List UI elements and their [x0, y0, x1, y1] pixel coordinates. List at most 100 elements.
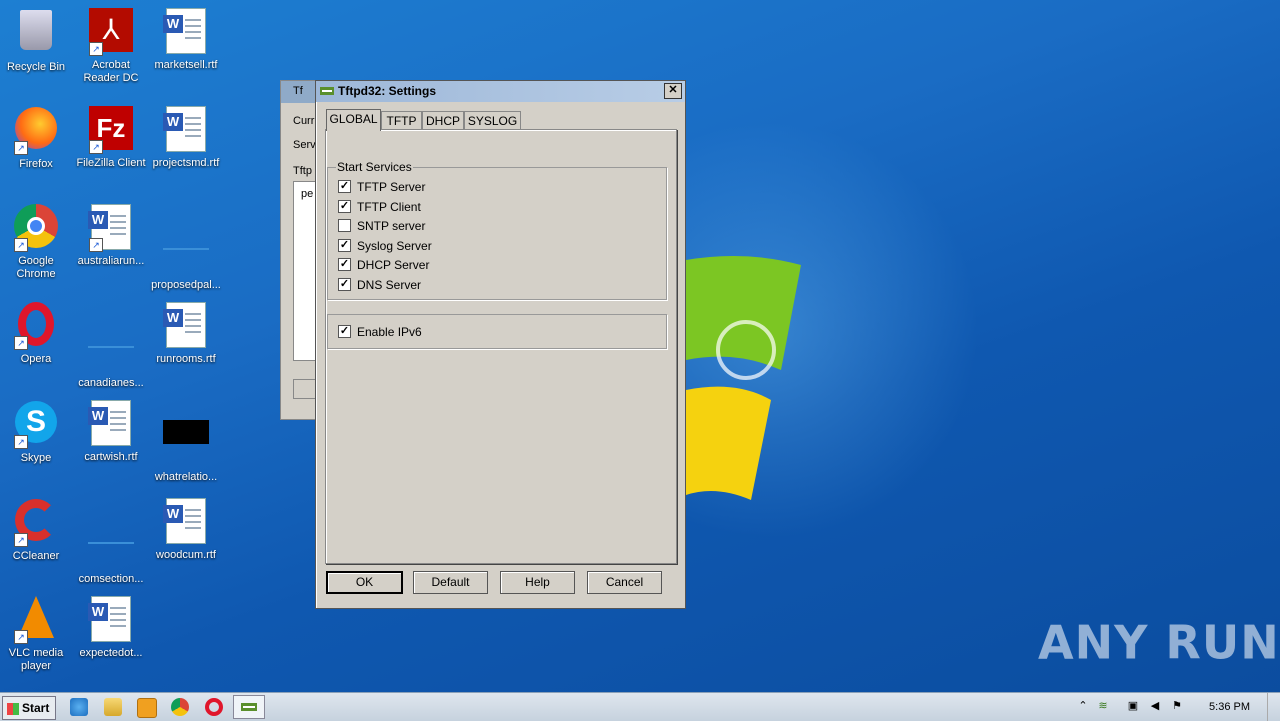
desktop-icon-label: Skype — [20, 452, 52, 464]
desktop-icon-canadianes[interactable]: canadianes... — [74, 300, 148, 390]
desktop-icon-label: proposedpal... — [151, 279, 221, 291]
checkbox-dhcp-server[interactable]: ✓ DHCP Server — [338, 258, 429, 274]
checkbox-label: DNS Server — [357, 278, 422, 292]
server-interface-label: Serv — [293, 139, 316, 151]
current-directory-label: Curr — [293, 115, 315, 127]
checkbox-syslog-server[interactable]: ✓ Syslog Server — [338, 239, 432, 255]
desktop-icon-label: VLC media player — [8, 647, 64, 672]
list-item: pe — [301, 188, 314, 200]
desktop-icon-opera[interactable]: ↗ Opera — [0, 300, 73, 366]
system-tray: ⌃ ≋ ▣ ◀ ⚑ 5:36 PM — [1070, 693, 1280, 721]
tab-global[interactable]: GLOBAL — [326, 109, 381, 131]
default-button[interactable]: Default — [413, 571, 488, 594]
opera-taskbar-icon[interactable] — [205, 698, 223, 716]
taskbar-clock[interactable]: 5:36 PM — [1209, 701, 1250, 713]
media-player-icon[interactable] — [137, 698, 157, 718]
cancel-button[interactable]: Cancel — [587, 571, 662, 594]
desktop-icon-vlc[interactable]: ↗ VLC media player — [0, 594, 73, 673]
windows-flag-icon — [7, 702, 19, 715]
settings-dialog: Tftpd32: Settings ✕ GLOBAL TFTP DHCP SYS… — [315, 80, 686, 609]
shortcut-arrow-icon: ↗ — [14, 435, 28, 449]
desktop-icon-chrome[interactable]: ↗ Google Chrome — [0, 202, 73, 281]
help-button[interactable]: Help — [500, 571, 575, 594]
opera-icon: ↗ — [12, 302, 60, 350]
desktop-icon-marketsell[interactable]: W marketsell.rtf — [149, 6, 223, 72]
blank-file-icon — [162, 228, 210, 276]
desktop-icon-skype[interactable]: S ↗ Skype — [0, 398, 73, 465]
checkbox-mark: ✓ — [338, 239, 351, 253]
word-document-icon: W — [87, 400, 135, 448]
close-button[interactable]: ✕ — [664, 83, 682, 99]
volume-icon[interactable]: ◀ — [1148, 699, 1162, 713]
dialog-titlebar[interactable]: Tftpd32: Settings ✕ — [316, 81, 685, 102]
desktop-icon-acrobat[interactable]: ⅄ ↗ Acrobat Reader DC — [74, 6, 148, 85]
desktop-icon-label: runrooms.rtf — [156, 353, 216, 365]
desktop-icon-ccleaner[interactable]: ↗ CCleaner — [0, 496, 73, 563]
desktop-icon-label: projectsmd.rtf — [152, 157, 220, 169]
tftpd-tray-icon[interactable]: ≋ — [1096, 699, 1110, 713]
tab-tftp[interactable]: TFTP — [381, 111, 422, 130]
file-explorer-icon[interactable] — [104, 698, 122, 716]
desktop-icon-firefox[interactable]: ↗ Firefox — [0, 104, 73, 171]
desktop-icon-whatrelatio[interactable]: whatrelatio... — [149, 398, 223, 484]
desktop-icon-cartwish[interactable]: W cartwish.rtf — [74, 398, 148, 464]
shortcut-arrow-icon: ↗ — [89, 140, 103, 154]
checkbox-mark: ✓ — [338, 278, 351, 292]
checkbox-enable-ipv6[interactable]: ✓ Enable IPv6 — [338, 325, 422, 341]
shortcut-arrow-icon: ↗ — [14, 141, 28, 155]
main-window-title: Tf — [293, 85, 303, 97]
windows-logo — [686, 256, 801, 500]
word-document-icon: W — [162, 498, 210, 546]
desktop-icon-comsection[interactable]: comsection... — [74, 496, 148, 586]
desktop-icon-australiarun[interactable]: W ↗ australiarun... — [74, 202, 148, 268]
desktop-icon-label: canadianes... — [78, 377, 144, 389]
tab-dhcp[interactable]: DHCP — [422, 111, 464, 130]
firefox-icon: ↗ — [12, 107, 60, 155]
desktop-icon-expectedot[interactable]: W expectedot... — [74, 594, 148, 660]
start-services-legend: Start Services — [336, 160, 413, 174]
checkbox-sntp-server[interactable]: SNTP server — [338, 219, 425, 235]
checkbox-dns-server[interactable]: ✓ DNS Server — [338, 278, 421, 294]
ipv6-group: ✓ Enable IPv6 — [327, 314, 667, 349]
checkbox-mark — [338, 219, 351, 233]
word-document-icon: W — [162, 302, 210, 350]
checkbox-tftp-client[interactable]: ✓ TFTP Client — [338, 200, 421, 216]
word-document-icon: W — [162, 106, 210, 154]
shortcut-arrow-icon: ↗ — [14, 238, 28, 252]
network-icon[interactable]: ▣ — [1126, 699, 1140, 713]
tab-tftp-server[interactable]: Tftp — [293, 165, 312, 177]
desktop-icon-filezilla[interactable]: Fz ↗ FileZilla Client — [74, 104, 148, 170]
desktop-icon-label: Opera — [20, 353, 52, 365]
start-button[interactable]: Start — [2, 696, 56, 720]
internet-explorer-icon[interactable] — [70, 698, 88, 716]
chrome-icon: ↗ — [12, 204, 60, 252]
checkbox-label: Enable IPv6 — [357, 325, 422, 339]
desktop-icon-recycle-bin[interactable]: Recycle Bin — [0, 6, 73, 74]
desktop-icon-label: australiarun... — [77, 255, 145, 267]
show-hidden-icons-chevron-icon[interactable]: ⌃ — [1076, 699, 1090, 713]
watermark-text: ANY RUN — [1038, 615, 1280, 670]
show-desktop-button[interactable] — [1267, 693, 1280, 721]
desktop-icon-proposedpal[interactable]: proposedpal... — [149, 202, 223, 292]
checkbox-mark: ✓ — [338, 180, 351, 194]
desktop-icon-label: Recycle Bin — [6, 61, 66, 73]
ok-button[interactable]: OK — [326, 571, 403, 594]
chrome-taskbar-icon[interactable] — [171, 698, 189, 716]
desktop-icon-woodcum[interactable]: W woodcum.rtf — [149, 496, 223, 562]
tab-syslog[interactable]: SYSLOG — [464, 111, 521, 130]
action-center-flag-icon[interactable]: ⚑ — [1170, 699, 1184, 713]
tftpd32-taskbar-button[interactable] — [233, 695, 265, 719]
desktop-icon-label: Google Chrome — [16, 255, 56, 280]
desktop-icon-label: comsection... — [78, 573, 144, 585]
vlc-cone-icon: ↗ — [12, 596, 60, 644]
filezilla-icon: Fz ↗ — [87, 106, 135, 154]
desktop-icon-runrooms[interactable]: W runrooms.rtf — [149, 300, 223, 366]
shortcut-arrow-icon: ↗ — [89, 42, 103, 56]
shortcut-arrow-icon: ↗ — [14, 630, 28, 644]
blank-file-icon — [87, 522, 135, 570]
tftpd-app-icon — [241, 703, 257, 711]
checkbox-tftp-server[interactable]: ✓ TFTP Server — [338, 180, 425, 196]
desktop-icon-projectsmd[interactable]: W projectsmd.rtf — [149, 104, 223, 170]
skype-icon: S ↗ — [12, 401, 60, 449]
word-document-icon: W — [162, 8, 210, 56]
